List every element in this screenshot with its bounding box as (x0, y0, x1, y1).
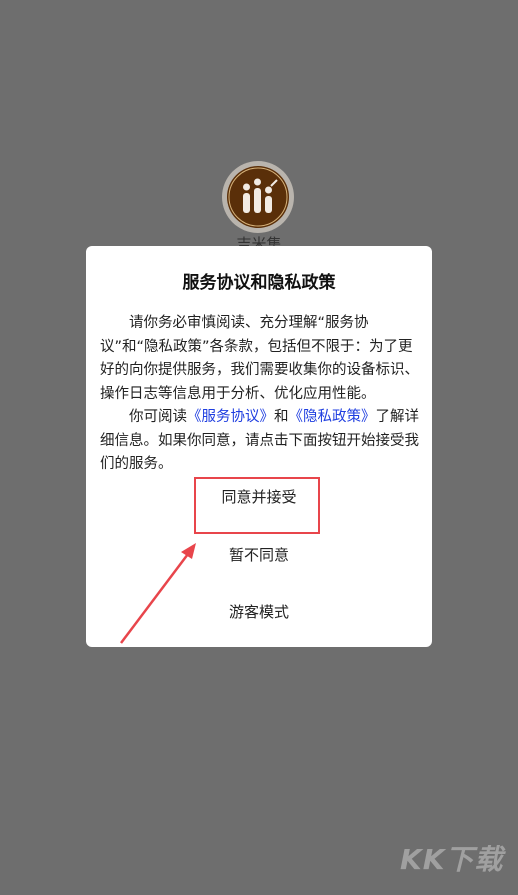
decline-button[interactable]: 暂不同意 (86, 544, 432, 565)
accept-highlight-box (194, 477, 320, 534)
privacy-policy-link[interactable]: 《隐私政策》 (289, 409, 376, 425)
links-prefix: 你可阅读 (129, 409, 187, 425)
app-name: 吉米集 (236, 236, 282, 246)
dialog-title: 服务协议和隐私政策 (182, 273, 336, 293)
privacy-dialog: 服务协议和隐私政策 请你务必审慎阅读、充分理解“服务协议”和“隐私政策”各条款，… (86, 246, 432, 647)
service-agreement-link[interactable]: 《服务协议》 (187, 409, 274, 425)
dialog-body: 请你务必审慎阅读、充分理解“服务协议”和“隐私政策”各条款，包括但不限于：为了更… (100, 312, 420, 477)
policy-paragraph: 请你务必审慎阅读、充分理解“服务协议”和“隐私政策”各条款，包括但不限于：为了更… (100, 315, 419, 402)
watermark: KK下载 (400, 843, 504, 876)
guest-mode-button[interactable]: 游客模式 (86, 601, 432, 622)
app-logo (222, 161, 294, 233)
policy-paragraph-links: 你可阅读《服务协议》和《隐私政策》了解详细信息。如果你同意，请点击下面按钮开始接… (100, 406, 420, 477)
links-and: 和 (274, 409, 289, 425)
app-logo-icon (227, 166, 289, 228)
